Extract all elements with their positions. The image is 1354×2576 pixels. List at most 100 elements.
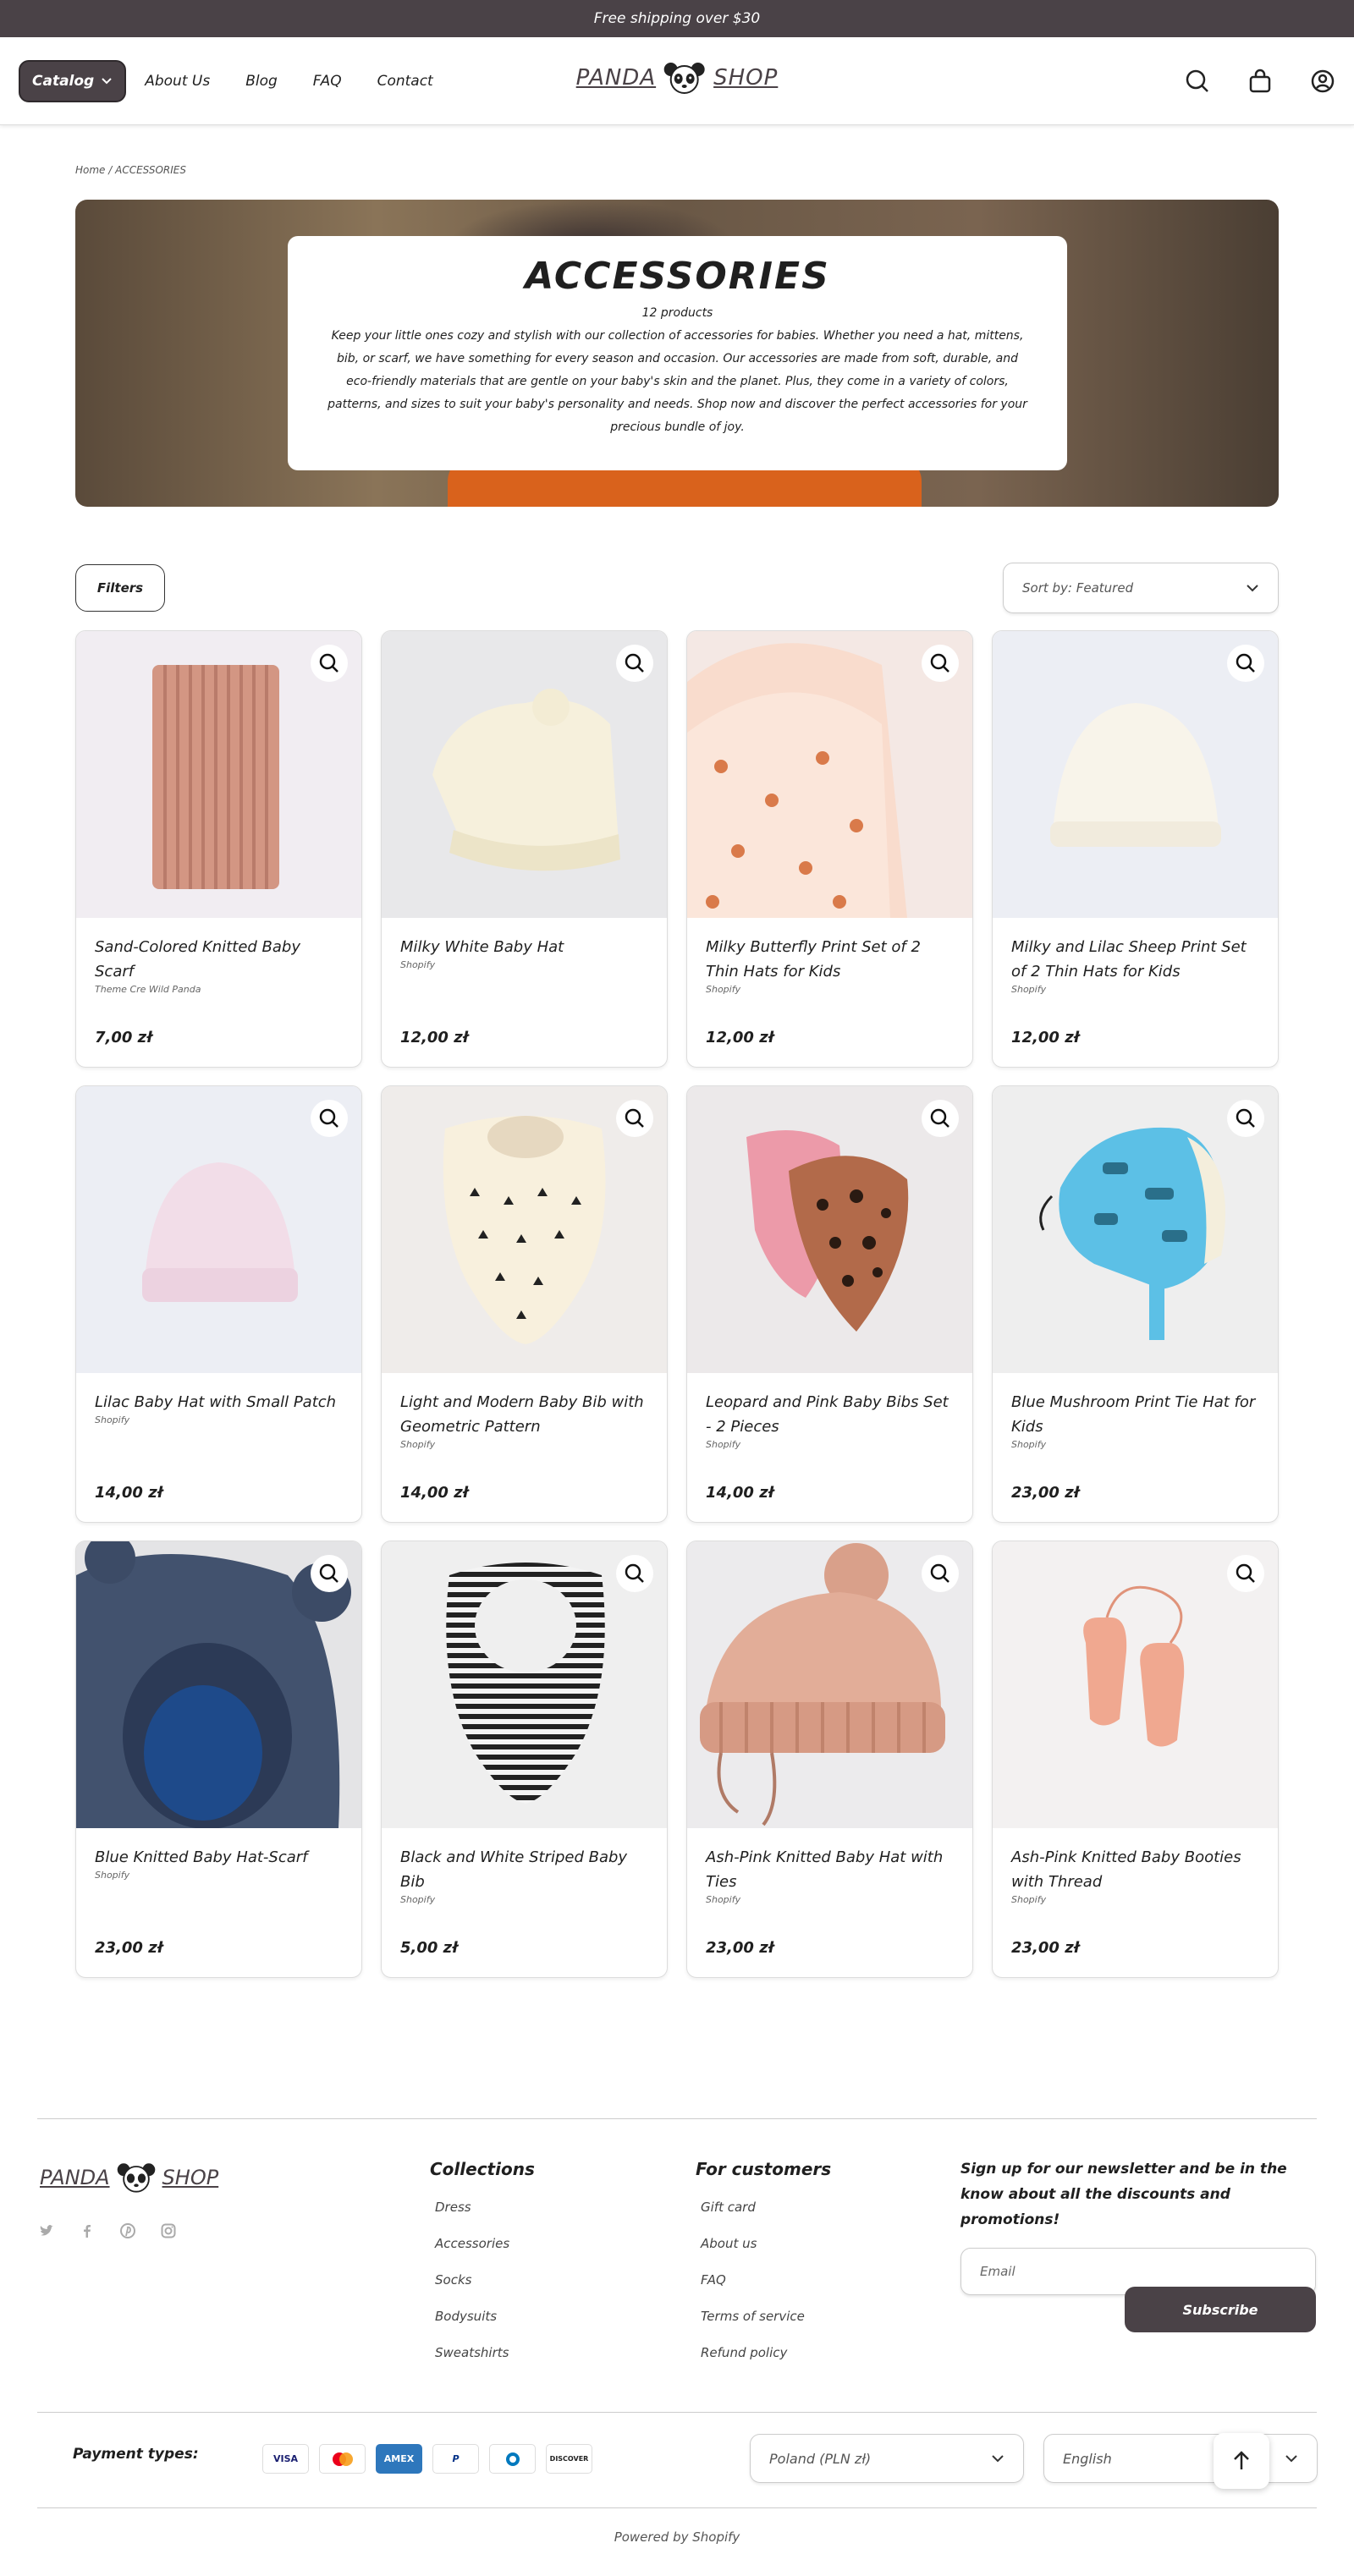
product-title[interactable]: Ash-Pink Knitted Baby Booties with Threa… xyxy=(1011,1845,1259,1894)
nav-about[interactable]: About Us xyxy=(145,73,210,90)
product-image[interactable] xyxy=(76,1086,361,1373)
back-to-top-button[interactable] xyxy=(1214,2433,1269,2489)
instagram-icon[interactable] xyxy=(161,2223,176,2238)
product-title[interactable]: Blue Mushroom Print Tie Hat for Kids xyxy=(1011,1390,1259,1439)
footer-link-about[interactable]: About us xyxy=(696,2236,831,2251)
quick-view-button[interactable] xyxy=(311,1555,348,1592)
site-logo[interactable]: PANDA SHOP xyxy=(576,61,779,95)
email-placeholder: Email xyxy=(980,2264,1015,2279)
logo-text-right: SHOP xyxy=(713,65,779,91)
powered-by[interactable]: Powered by Shopify xyxy=(0,2529,1354,2545)
product-price: 14,00 zł xyxy=(95,1484,163,1502)
product-title[interactable]: Milky White Baby Hat xyxy=(400,935,648,959)
footer-link-accessories[interactable]: Accessories xyxy=(430,2236,535,2251)
product-image[interactable] xyxy=(382,631,667,918)
footer-link-refund[interactable]: Refund policy xyxy=(696,2345,831,2360)
product-image[interactable] xyxy=(687,1086,972,1373)
quick-view-button[interactable] xyxy=(616,1100,653,1137)
discover-text: DISCOVER xyxy=(549,2455,589,2463)
sort-select[interactable]: Sort by: Featured xyxy=(1003,563,1279,613)
twitter-icon[interactable] xyxy=(39,2223,54,2238)
product-title[interactable]: Light and Modern Baby Bib with Geometric… xyxy=(400,1390,648,1439)
catalog-button[interactable]: Catalog xyxy=(19,59,127,102)
product-card[interactable]: Blue Knitted Baby Hat-Scarf Shopify 23,0… xyxy=(75,1541,362,1978)
cart-icon[interactable] xyxy=(1247,69,1273,94)
product-image[interactable] xyxy=(382,1541,667,1828)
product-card[interactable]: Ash-Pink Knitted Baby Hat with Ties Shop… xyxy=(686,1541,973,1978)
search-icon xyxy=(1236,1108,1255,1128)
product-image[interactable] xyxy=(76,1541,361,1828)
product-card[interactable]: Ash-Pink Knitted Baby Booties with Threa… xyxy=(992,1541,1279,1978)
footer-link-terms[interactable]: Terms of service xyxy=(696,2309,831,2324)
quick-view-button[interactable] xyxy=(616,645,653,682)
country-select[interactable]: Poland (PLN zł) xyxy=(750,2434,1024,2483)
product-title[interactable]: Blue Knitted Baby Hat-Scarf xyxy=(95,1845,343,1870)
product-title[interactable]: Sand-Colored Knitted Baby Scarf xyxy=(95,935,343,984)
product-image[interactable] xyxy=(687,1541,972,1828)
product-title[interactable]: Ash-Pink Knitted Baby Hat with Ties xyxy=(706,1845,954,1894)
search-icon[interactable] xyxy=(1185,69,1210,94)
nav-faq[interactable]: FAQ xyxy=(313,73,342,90)
product-info: Light and Modern Baby Bib with Geometric… xyxy=(382,1373,667,1522)
footer-link-bodysuits[interactable]: Bodysuits xyxy=(430,2309,535,2324)
product-title[interactable]: Leopard and Pink Baby Bibs Set - 2 Piece… xyxy=(706,1390,954,1439)
product-vendor: Shopify xyxy=(706,984,741,995)
product-card[interactable]: Black and White Striped Baby Bib Shopify… xyxy=(381,1541,668,1978)
quick-view-button[interactable] xyxy=(1227,1100,1264,1137)
quick-view-button[interactable] xyxy=(1227,645,1264,682)
product-image[interactable] xyxy=(993,631,1278,918)
product-card[interactable]: Milky Butterfly Print Set of 2 Thin Hats… xyxy=(686,630,973,1068)
footer-link-gift-card[interactable]: Gift card xyxy=(696,2200,831,2215)
facebook-icon[interactable] xyxy=(80,2223,95,2238)
product-card[interactable]: Milky and Lilac Sheep Print Set of 2 Thi… xyxy=(992,630,1279,1068)
footer-link-sweatshirts[interactable]: Sweatshirts xyxy=(430,2345,535,2360)
footer-logo[interactable]: PANDA SHOP xyxy=(40,2161,218,2194)
filters-button[interactable]: Filters xyxy=(75,564,165,612)
quick-view-button[interactable] xyxy=(1227,1555,1264,1592)
product-info: Milky Butterfly Print Set of 2 Thin Hats… xyxy=(687,918,972,1067)
quick-view-button[interactable] xyxy=(311,1100,348,1137)
footer-divider xyxy=(37,2507,1317,2508)
footer-link-dress[interactable]: Dress xyxy=(430,2200,535,2215)
product-vendor: Shopify xyxy=(1011,984,1047,995)
panda-icon xyxy=(117,2163,155,2193)
discover-icon: DISCOVER xyxy=(546,2444,592,2474)
quick-view-button[interactable] xyxy=(616,1555,653,1592)
search-icon xyxy=(319,653,338,673)
breadcrumb[interactable]: Home / ACCESSORIES xyxy=(75,164,186,176)
search-icon xyxy=(625,653,644,673)
product-image[interactable] xyxy=(382,1086,667,1373)
product-image[interactable] xyxy=(76,631,361,918)
product-info: Black and White Striped Baby Bib Shopify… xyxy=(382,1828,667,1977)
product-image[interactable] xyxy=(993,1541,1278,1828)
product-title[interactable]: Milky and Lilac Sheep Print Set of 2 Thi… xyxy=(1011,935,1259,984)
product-card[interactable]: Blue Mushroom Print Tie Hat for Kids Sho… xyxy=(992,1085,1279,1523)
product-card[interactable]: Sand-Colored Knitted Baby Scarf Theme Cr… xyxy=(75,630,362,1068)
account-icon[interactable] xyxy=(1310,69,1335,94)
subscribe-button[interactable]: Subscribe xyxy=(1125,2287,1316,2332)
quick-view-button[interactable] xyxy=(922,1555,959,1592)
quick-view-button[interactable] xyxy=(922,1100,959,1137)
pinterest-icon[interactable] xyxy=(120,2223,135,2238)
product-card[interactable]: Lilac Baby Hat with Small Patch Shopify … xyxy=(75,1085,362,1523)
product-title[interactable]: Black and White Striped Baby Bib xyxy=(400,1845,648,1894)
product-image[interactable] xyxy=(687,631,972,918)
product-card[interactable]: Leopard and Pink Baby Bibs Set - 2 Piece… xyxy=(686,1085,973,1523)
quick-view-button[interactable] xyxy=(922,645,959,682)
product-image[interactable] xyxy=(993,1086,1278,1373)
chevron-down-icon xyxy=(992,2455,1004,2463)
footer-link-faq[interactable]: FAQ xyxy=(696,2272,831,2288)
search-icon xyxy=(319,1108,338,1128)
payment-label: Payment types: xyxy=(73,2446,199,2463)
quick-view-button[interactable] xyxy=(311,645,348,682)
language-select[interactable]: English xyxy=(1043,2434,1318,2483)
product-card[interactable]: Milky White Baby Hat Shopify 12,00 zł xyxy=(381,630,668,1068)
product-title[interactable]: Lilac Baby Hat with Small Patch xyxy=(95,1390,343,1414)
product-title[interactable]: Milky Butterfly Print Set of 2 Thin Hats… xyxy=(706,935,954,984)
product-info: Ash-Pink Knitted Baby Hat with Ties Shop… xyxy=(687,1828,972,1977)
footer-link-socks[interactable]: Socks xyxy=(430,2272,535,2288)
product-price: 12,00 zł xyxy=(1011,1029,1080,1046)
product-card[interactable]: Light and Modern Baby Bib with Geometric… xyxy=(381,1085,668,1523)
nav-contact[interactable]: Contact xyxy=(377,73,433,90)
nav-blog[interactable]: Blog xyxy=(245,73,278,90)
